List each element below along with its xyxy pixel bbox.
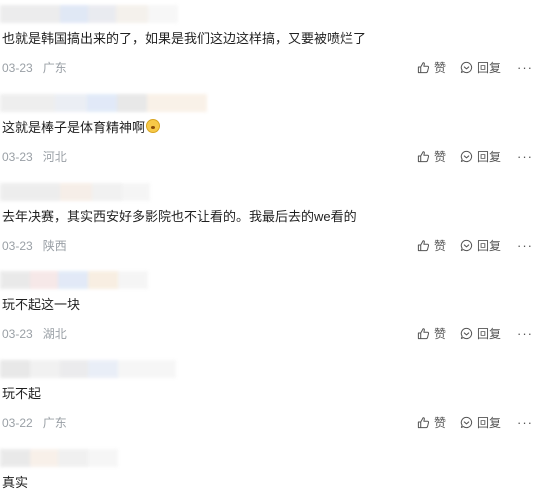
like-button[interactable]: 赞 [417,59,460,76]
like-label: 赞 [434,326,447,341]
like-label: 赞 [434,149,447,164]
comment-meta: 03-23 湖北 [2,326,67,342]
comment-item: 真实 [0,449,550,494]
reply-bubble-icon [460,416,473,429]
comment-item: 也就是韩国搞出来的了，如果是我们这边这样搞，又要被喷烂了 03-23 广东 赞 回… [0,5,550,95]
like-label: 赞 [434,60,447,75]
more-dots-icon: ··· [517,237,533,253]
comment-text-content: 这就是棒子是体育精神啊 [2,120,146,135]
comment-item: 玩不起这一块 03-23 湖北 赞 回复 ··· [0,271,550,361]
reply-label: 回复 [477,415,502,430]
like-button[interactable]: 赞 [417,148,460,165]
comment-date: 03-23 [2,239,33,253]
reply-bubble-icon [460,327,473,340]
comment-actions: 赞 回复 ··· [417,413,535,431]
more-dots-icon: ··· [517,148,533,164]
blurred-username [0,449,118,467]
reply-label: 回复 [477,60,502,75]
comment-text: 真实 [2,475,29,490]
reply-label: 回复 [477,326,502,341]
like-label: 赞 [434,415,447,430]
comment-meta: 03-23 陕西 [2,238,67,254]
more-options-button[interactable]: ··· [515,60,535,75]
blurred-username [0,94,207,112]
comment-text: 也就是韩国搞出来的了，如果是我们这边这样搞，又要被喷烂了 [2,31,367,46]
blurred-username [0,5,178,23]
comment-text: 玩不起 [2,386,42,401]
comment-date: 03-23 [2,327,33,341]
more-dots-icon: ··· [517,325,533,341]
thumbs-up-icon [417,61,430,74]
blurred-username [0,360,176,378]
comment-meta: 03-22 广东 [2,415,67,431]
reply-button[interactable]: 回复 [460,59,515,76]
reply-button[interactable]: 回复 [460,414,515,431]
comment-item: 玩不起 03-22 广东 赞 回复 ··· [0,360,550,450]
comment-location: 河北 [42,150,67,164]
more-dots-icon: ··· [517,414,533,430]
comment-location: 广东 [42,61,67,75]
reply-bubble-icon [460,150,473,163]
like-label: 赞 [434,238,447,253]
thumbs-up-icon [417,327,430,340]
comment-meta: 03-23 广东 [2,60,67,76]
thumbs-up-icon [417,150,430,163]
blurred-username [0,183,150,201]
astonished-face-emoji [146,119,161,133]
more-options-button[interactable]: ··· [515,149,535,164]
comment-location: 陕西 [42,239,67,253]
reply-button[interactable]: 回复 [460,148,515,165]
comment-item: 去年决赛，其实西安好多影院也不让看的。我最后去的we看的 03-23 陕西 赞 回… [0,183,550,273]
comment-text: 玩不起这一块 [2,297,81,312]
like-button[interactable]: 赞 [417,325,460,342]
reply-label: 回复 [477,149,502,164]
comment-text: 这就是棒子是体育精神啊 [2,119,161,137]
comment-date: 03-23 [2,61,33,75]
reply-button[interactable]: 回复 [460,325,515,342]
like-button[interactable]: 赞 [417,414,460,431]
comment-location: 广东 [42,416,67,430]
like-button[interactable]: 赞 [417,237,460,254]
comment-date: 03-23 [2,150,33,164]
comment-text: 去年决赛，其实西安好多影院也不让看的。我最后去的we看的 [2,209,357,224]
comment-actions: 赞 回复 ··· [417,147,535,165]
thumbs-up-icon [417,416,430,429]
more-options-button[interactable]: ··· [515,238,535,253]
reply-bubble-icon [460,61,473,74]
comment-location: 湖北 [42,327,67,341]
thumbs-up-icon [417,239,430,252]
more-options-button[interactable]: ··· [515,415,535,430]
comment-actions: 赞 回复 ··· [417,324,535,342]
more-dots-icon: ··· [517,59,533,75]
comment-date: 03-22 [2,416,33,430]
comment-item: 这就是棒子是体育精神啊 03-23 河北 赞 回复 ··· [0,94,550,184]
comment-actions: 赞 回复 ··· [417,236,535,254]
reply-bubble-icon [460,239,473,252]
reply-button[interactable]: 回复 [460,237,515,254]
comment-actions: 赞 回复 ··· [417,58,535,76]
more-options-button[interactable]: ··· [515,326,535,341]
comment-meta: 03-23 河北 [2,149,67,165]
reply-label: 回复 [477,238,502,253]
blurred-username [0,271,148,289]
